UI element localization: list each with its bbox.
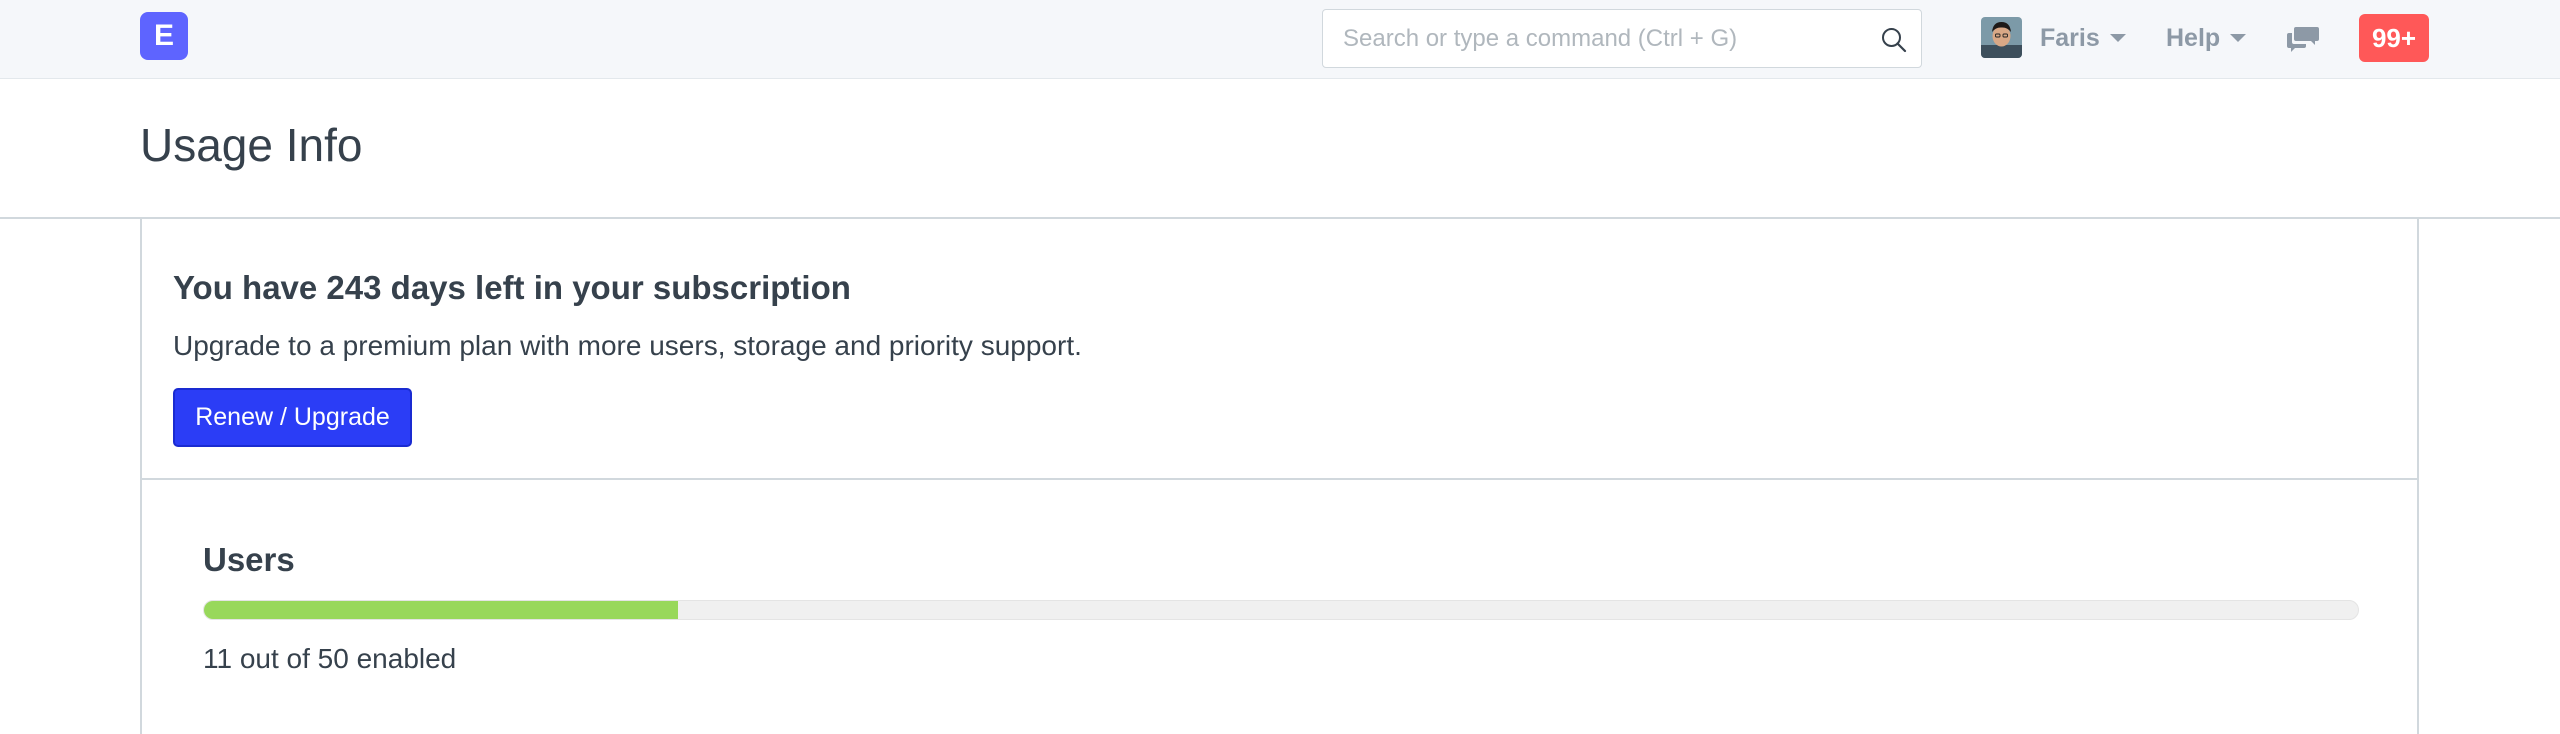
user-avatar-icon bbox=[1981, 17, 2022, 58]
subscription-heading: You have 243 days left in your subscript… bbox=[173, 269, 851, 306]
users-progress-bar bbox=[203, 600, 2359, 620]
chevron-down-icon bbox=[2109, 34, 2126, 42]
search-bar[interactable] bbox=[1322, 9, 1922, 68]
users-section-title: Users bbox=[203, 541, 295, 578]
user-name: Faris bbox=[2040, 23, 2100, 52]
help-dropdown[interactable]: Help bbox=[2166, 22, 2247, 54]
search-icon[interactable] bbox=[1879, 25, 1909, 55]
navbar: E Faris Help 99+ bbox=[0, 0, 2560, 79]
help-label: Help bbox=[2166, 23, 2221, 52]
chevron-down-icon bbox=[2230, 34, 2247, 42]
users-progress-fill bbox=[204, 601, 678, 619]
user-dropdown[interactable]: Faris bbox=[2040, 22, 2126, 54]
card-divider bbox=[142, 478, 2417, 480]
notification-badge[interactable]: 99+ bbox=[2359, 14, 2429, 62]
subscription-description: Upgrade to a premium plan with more user… bbox=[173, 330, 1082, 361]
avatar[interactable] bbox=[1981, 17, 2022, 58]
page-title: Usage Info bbox=[140, 119, 363, 171]
search-input[interactable] bbox=[1343, 10, 1863, 67]
chat-icon[interactable] bbox=[2286, 24, 2320, 54]
renew-upgrade-button[interactable]: Renew / Upgrade bbox=[173, 388, 412, 447]
app-logo[interactable]: E bbox=[140, 12, 188, 60]
usage-card: You have 243 days left in your subscript… bbox=[140, 219, 2419, 734]
users-usage-text: 11 out of 50 enabled bbox=[203, 643, 457, 674]
